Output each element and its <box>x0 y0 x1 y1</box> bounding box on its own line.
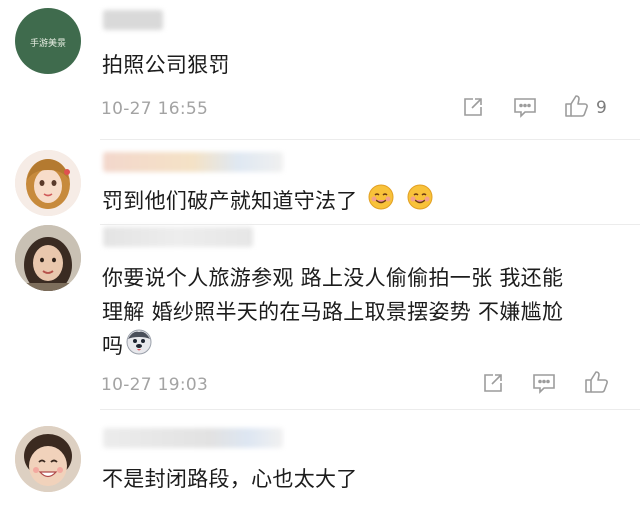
comment-text-line: 理解 婚纱照半天的在马路上取景摆姿势 不嫌尴尬 <box>102 300 564 324</box>
comment-text: 罚到他们破产就知道守法了 <box>102 184 622 220</box>
thumbs-up-icon[interactable] <box>584 370 610 398</box>
username-blurred[interactable] <box>103 152 283 172</box>
comment-text: 不是封闭路段，心也太大了 <box>102 467 358 491</box>
comment-text-content: 罚到他们破产就知道守法了 <box>102 189 358 213</box>
comment-text: 拍照公司狠罚 <box>102 53 230 77</box>
username-blurred[interactable] <box>103 428 283 448</box>
comment-item: 不是封闭路段，心也太大了 <box>0 410 640 506</box>
avatar[interactable] <box>15 150 81 216</box>
smiling-child-avatar <box>15 426 81 492</box>
comment-item: 手游美景 拍照公司狠罚 10-27 16:55 9 <box>0 0 640 140</box>
woman-photo-avatar <box>15 225 81 291</box>
share-icon[interactable] <box>482 372 504 398</box>
yummy-face-emoji <box>368 184 394 220</box>
timestamp: 10-27 19:03 <box>101 375 209 395</box>
comment-item: 你要说个人旅游参观 路上没人偷偷拍一张 我还能 理解 婚纱照半天的在马路上取景摆… <box>0 225 640 410</box>
like-count: 9 <box>596 98 607 118</box>
avatar[interactable] <box>15 426 81 492</box>
green-seal-avatar: 手游美景 <box>30 37 66 49</box>
yummy-face-emoji <box>407 184 433 220</box>
comment-text: 你要说个人旅游参观 路上没人偷偷拍一张 我还能 理解 婚纱照半天的在马路上取景摆… <box>102 261 622 365</box>
avatar[interactable] <box>15 225 81 291</box>
username-blurred[interactable] <box>103 10 163 30</box>
avatar-seal-text: 手游美景 <box>30 37 66 49</box>
comment-text-line-last: 吗 <box>102 329 622 365</box>
timestamp: 10-27 16:55 <box>101 99 209 119</box>
thumbs-up-icon[interactable] <box>564 94 590 122</box>
username-blurred[interactable] <box>103 227 253 247</box>
comment-text-line: 你要说个人旅游参观 路上没人偷偷拍一张 我还能 <box>102 266 564 290</box>
comment-icon[interactable] <box>513 96 537 122</box>
share-icon[interactable] <box>462 96 484 122</box>
comment-item: 罚到他们破产就知道守法了 <box>0 140 640 225</box>
husky-face-emoji <box>126 329 152 365</box>
avatar[interactable]: 手游美景 <box>15 8 81 74</box>
comment-text-content: 吗 <box>102 334 124 358</box>
cartoon-girl-avatar <box>15 150 81 216</box>
comment-icon[interactable] <box>532 372 556 398</box>
